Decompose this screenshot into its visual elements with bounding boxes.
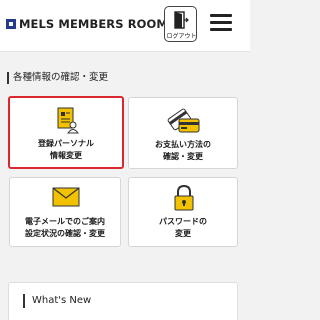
header: MELS MEMBERS ROOM ログアウト — [0, 0, 250, 52]
logo-text: MELS MEMBERS ROOM — [19, 17, 168, 31]
document-person-icon — [57, 107, 79, 134]
card-label: 登録パーソナル — [38, 139, 94, 148]
whats-new-panel: What's New — [8, 282, 238, 320]
logo[interactable]: MELS MEMBERS ROOM — [6, 17, 168, 31]
card-label: パスワードの — [159, 217, 207, 226]
logo-mark-icon — [6, 19, 16, 29]
card-password-change[interactable]: パスワードの 変更 — [128, 177, 238, 247]
lock-icon — [174, 184, 194, 211]
hamburger-icon[interactable] — [210, 13, 232, 33]
credit-card-icon — [167, 108, 200, 133]
logout-button[interactable]: ログアウト — [164, 6, 197, 42]
section-title: 各種情報の確認・変更 — [7, 72, 108, 84]
card-label: 確認・変更 — [163, 152, 203, 161]
whats-new-title: What's New — [23, 294, 91, 308]
menu-bar — [210, 21, 232, 24]
menu-bar — [210, 14, 232, 17]
card-label: 設定状況の確認・変更 — [25, 229, 105, 238]
envelope-icon — [52, 187, 80, 207]
menu-bar — [210, 28, 232, 31]
card-label: 情報変更 — [50, 151, 82, 160]
logout-icon — [174, 11, 189, 29]
card-label: 電子メールでのご案内 — [25, 217, 105, 226]
card-payment-method[interactable]: お支払い方法の 確認・変更 — [128, 97, 238, 169]
card-label: 変更 — [175, 229, 191, 238]
logout-label: ログアウト — [166, 33, 197, 40]
card-email-settings[interactable]: 電子メールでのご案内 設定状況の確認・変更 — [9, 177, 121, 247]
card-label: お支払い方法の — [155, 140, 211, 149]
card-personal-info[interactable]: 登録パーソナル 情報変更 — [8, 96, 124, 169]
